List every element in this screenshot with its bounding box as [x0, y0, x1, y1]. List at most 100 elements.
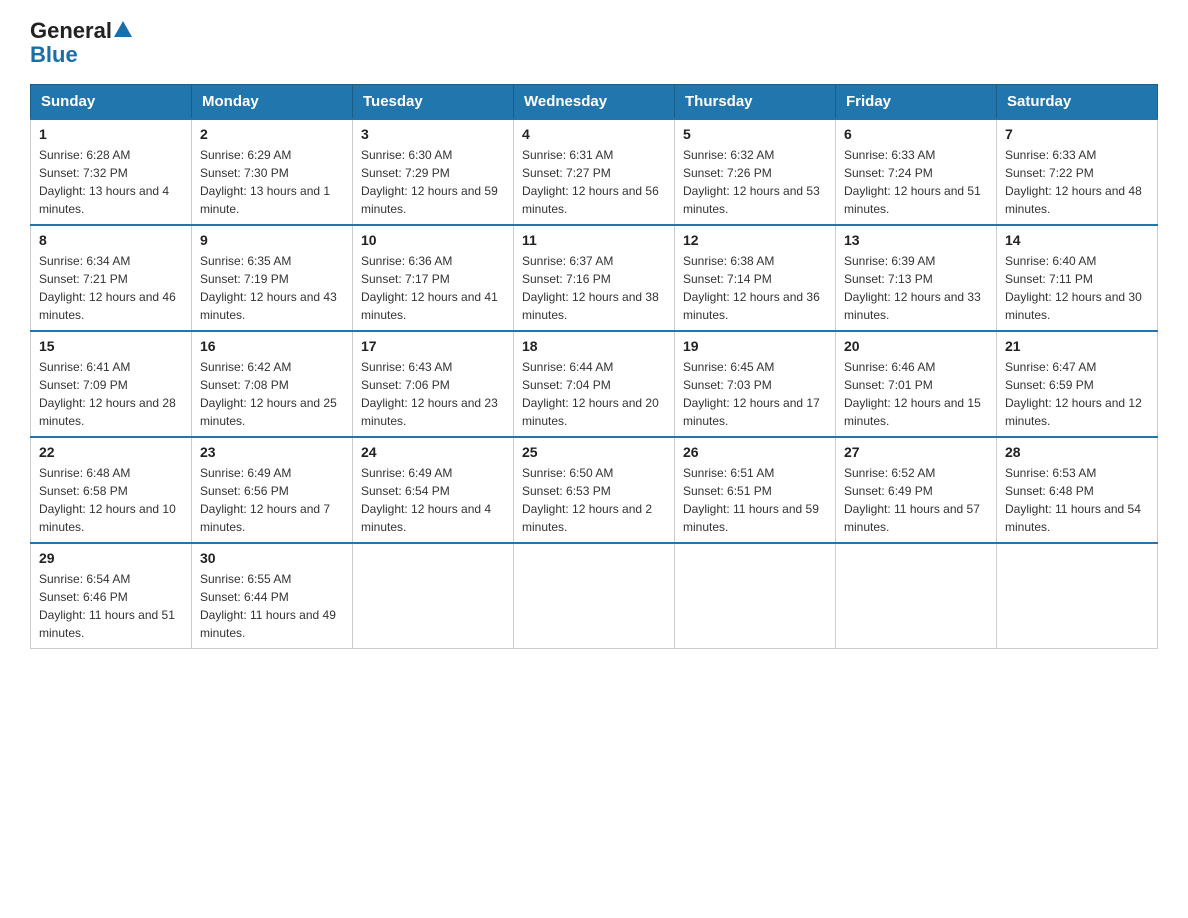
calendar-cell: 6Sunrise: 6:33 AMSunset: 7:24 PMDaylight… — [836, 119, 997, 225]
day-info: Sunrise: 6:30 AMSunset: 7:29 PMDaylight:… — [361, 146, 505, 218]
calendar-header-monday: Monday — [192, 85, 353, 120]
day-number: 21 — [1005, 338, 1149, 354]
day-number: 26 — [683, 444, 827, 460]
day-number: 5 — [683, 126, 827, 142]
calendar-cell: 11 Sunrise: 6:37 AMSunset: 7:16 PMDayligh… — [514, 225, 675, 331]
day-info: Sunrise: 6:49 AMSunset: 6:54 PMDaylight:… — [361, 464, 505, 536]
day-info: Sunrise: 6:36 AMSunset: 7:17 PMDaylight:… — [361, 252, 505, 324]
calendar-cell: 24 Sunrise: 6:49 AMSunset: 6:54 PMDayligh… — [353, 437, 514, 543]
calendar-cell: 21Sunrise: 6:47 AMSunset: 6:59 PMDayligh… — [997, 331, 1158, 437]
calendar-cell — [514, 543, 675, 649]
day-info: Sunrise: 6:39 AMSunset: 7:13 PMDaylight:… — [844, 252, 988, 324]
calendar-cell: 15 Sunrise: 6:41 AMSunset: 7:09 PMDayligh… — [31, 331, 192, 437]
calendar-header-thursday: Thursday — [675, 85, 836, 120]
day-info: Sunrise: 6:41 AMSunset: 7:09 PMDaylight:… — [39, 358, 183, 430]
calendar-cell: 13 Sunrise: 6:39 AMSunset: 7:13 PMDayligh… — [836, 225, 997, 331]
calendar-cell: 7 Sunrise: 6:33 AMSunset: 7:22 PMDaylight… — [997, 119, 1158, 225]
day-number: 28 — [1005, 444, 1149, 460]
calendar-cell: 20 Sunrise: 6:46 AMSunset: 7:01 PMDayligh… — [836, 331, 997, 437]
calendar-cell: 23 Sunrise: 6:49 AMSunset: 6:56 PMDayligh… — [192, 437, 353, 543]
day-number: 11 — [522, 232, 666, 248]
calendar-week-row: 22 Sunrise: 6:48 AMSunset: 6:58 PMDayligh… — [31, 437, 1158, 543]
day-number: 14 — [1005, 232, 1149, 248]
day-info: Sunrise: 6:50 AMSunset: 6:53 PMDaylight:… — [522, 464, 666, 536]
calendar-cell: 12Sunrise: 6:38 AMSunset: 7:14 PMDayligh… — [675, 225, 836, 331]
calendar-cell — [836, 543, 997, 649]
day-info: Sunrise: 6:46 AMSunset: 7:01 PMDaylight:… — [844, 358, 988, 430]
day-info: Sunrise: 6:38 AMSunset: 7:14 PMDaylight:… — [683, 252, 827, 324]
day-info: Sunrise: 6:31 AMSunset: 7:27 PMDaylight:… — [522, 146, 666, 218]
calendar-week-row: 29 Sunrise: 6:54 AMSunset: 6:46 PMDayligh… — [31, 543, 1158, 649]
calendar-header-row: SundayMondayTuesdayWednesdayThursdayFrid… — [31, 85, 1158, 120]
calendar-header-saturday: Saturday — [997, 85, 1158, 120]
day-info: Sunrise: 6:44 AMSunset: 7:04 PMDaylight:… — [522, 358, 666, 430]
day-info: Sunrise: 6:43 AMSunset: 7:06 PMDaylight:… — [361, 358, 505, 430]
calendar-cell: 17 Sunrise: 6:43 AMSunset: 7:06 PMDayligh… — [353, 331, 514, 437]
calendar-header-friday: Friday — [836, 85, 997, 120]
calendar-cell: 4 Sunrise: 6:31 AMSunset: 7:27 PMDaylight… — [514, 119, 675, 225]
day-number: 17 — [361, 338, 505, 354]
day-info: Sunrise: 6:54 AMSunset: 6:46 PMDaylight:… — [39, 570, 183, 642]
calendar-week-row: 8 Sunrise: 6:34 AMSunset: 7:21 PMDaylight… — [31, 225, 1158, 331]
day-info: Sunrise: 6:48 AMSunset: 6:58 PMDaylight:… — [39, 464, 183, 536]
day-number: 2 — [200, 126, 344, 142]
calendar-cell: 8 Sunrise: 6:34 AMSunset: 7:21 PMDaylight… — [31, 225, 192, 331]
calendar-week-row: 1Sunrise: 6:28 AMSunset: 7:32 PMDaylight… — [31, 119, 1158, 225]
day-info: Sunrise: 6:53 AMSunset: 6:48 PMDaylight:… — [1005, 464, 1149, 536]
day-number: 10 — [361, 232, 505, 248]
calendar-cell: 28 Sunrise: 6:53 AMSunset: 6:48 PMDayligh… — [997, 437, 1158, 543]
calendar-cell: 19 Sunrise: 6:45 AMSunset: 7:03 PMDayligh… — [675, 331, 836, 437]
day-number: 8 — [39, 232, 183, 248]
day-number: 18 — [522, 338, 666, 354]
logo-triangle-icon — [114, 21, 132, 37]
day-number: 13 — [844, 232, 988, 248]
calendar-cell: 1Sunrise: 6:28 AMSunset: 7:32 PMDaylight… — [31, 119, 192, 225]
calendar-cell — [997, 543, 1158, 649]
day-info: Sunrise: 6:42 AMSunset: 7:08 PMDaylight:… — [200, 358, 344, 430]
day-info: Sunrise: 6:34 AMSunset: 7:21 PMDaylight:… — [39, 252, 183, 324]
day-number: 20 — [844, 338, 988, 354]
calendar-cell: 27 Sunrise: 6:52 AMSunset: 6:49 PMDayligh… — [836, 437, 997, 543]
day-number: 7 — [1005, 126, 1149, 142]
day-number: 29 — [39, 550, 183, 566]
day-number: 24 — [361, 444, 505, 460]
day-number: 25 — [522, 444, 666, 460]
calendar-cell: 22 Sunrise: 6:48 AMSunset: 6:58 PMDayligh… — [31, 437, 192, 543]
calendar-week-row: 15 Sunrise: 6:41 AMSunset: 7:09 PMDayligh… — [31, 331, 1158, 437]
calendar-header-sunday: Sunday — [31, 85, 192, 120]
day-number: 3 — [361, 126, 505, 142]
day-info: Sunrise: 6:35 AMSunset: 7:19 PMDaylight:… — [200, 252, 344, 324]
day-number: 23 — [200, 444, 344, 460]
calendar-cell: 5Sunrise: 6:32 AMSunset: 7:26 PMDaylight… — [675, 119, 836, 225]
day-info: Sunrise: 6:45 AMSunset: 7:03 PMDaylight:… — [683, 358, 827, 430]
day-number: 15 — [39, 338, 183, 354]
day-info: Sunrise: 6:55 AMSunset: 6:44 PMDaylight:… — [200, 570, 344, 642]
calendar-cell: 3 Sunrise: 6:30 AMSunset: 7:29 PMDaylight… — [353, 119, 514, 225]
calendar-cell: 10 Sunrise: 6:36 AMSunset: 7:17 PMDayligh… — [353, 225, 514, 331]
calendar-cell: 29 Sunrise: 6:54 AMSunset: 6:46 PMDayligh… — [31, 543, 192, 649]
header: General Blue — [30, 20, 1158, 68]
day-number: 4 — [522, 126, 666, 142]
day-number: 22 — [39, 444, 183, 460]
day-number: 1 — [39, 126, 183, 142]
day-number: 16 — [200, 338, 344, 354]
calendar-cell: 9 Sunrise: 6:35 AMSunset: 7:19 PMDaylight… — [192, 225, 353, 331]
day-info: Sunrise: 6:33 AMSunset: 7:22 PMDaylight:… — [1005, 146, 1149, 218]
calendar-header-wednesday: Wednesday — [514, 85, 675, 120]
calendar-cell — [353, 543, 514, 649]
calendar-cell — [675, 543, 836, 649]
calendar-cell: 30Sunrise: 6:55 AMSunset: 6:44 PMDayligh… — [192, 543, 353, 649]
day-info: Sunrise: 6:52 AMSunset: 6:49 PMDaylight:… — [844, 464, 988, 536]
logo-general-text: General — [30, 20, 112, 42]
day-info: Sunrise: 6:51 AMSunset: 6:51 PMDaylight:… — [683, 464, 827, 536]
day-number: 27 — [844, 444, 988, 460]
day-number: 9 — [200, 232, 344, 248]
calendar-table: SundayMondayTuesdayWednesdayThursdayFrid… — [30, 84, 1158, 649]
day-number: 19 — [683, 338, 827, 354]
day-number: 6 — [844, 126, 988, 142]
calendar-cell: 18 Sunrise: 6:44 AMSunset: 7:04 PMDayligh… — [514, 331, 675, 437]
day-info: Sunrise: 6:40 AMSunset: 7:11 PMDaylight:… — [1005, 252, 1149, 324]
day-info: Sunrise: 6:37 AMSunset: 7:16 PMDaylight:… — [522, 252, 666, 324]
day-info: Sunrise: 6:49 AMSunset: 6:56 PMDaylight:… — [200, 464, 344, 536]
logo-blue-text: Blue — [30, 42, 78, 68]
